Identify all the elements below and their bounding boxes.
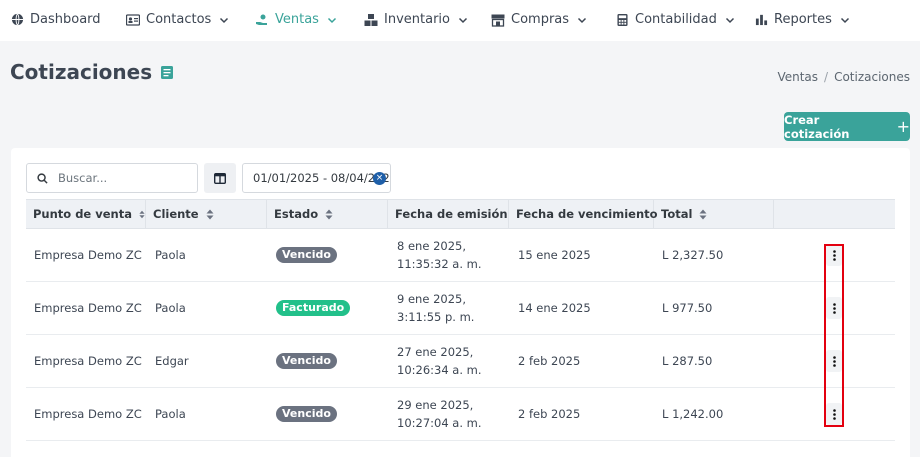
- chevron-down-icon: [458, 17, 468, 23]
- cell-total: L 977.50: [662, 301, 713, 315]
- cell-client: Paola: [155, 407, 186, 421]
- cell-issued: 27 ene 2025, 10:26:34 a. m.: [397, 345, 482, 377]
- breadcrumb-current: Cotizaciones: [834, 70, 910, 84]
- cell-total: L 1,242.00: [662, 407, 724, 421]
- top-navbar: Dashboard Contactos Ventas Inventario Co…: [0, 0, 920, 41]
- nav-label: Compras: [511, 12, 570, 27]
- cell-point-of-sale: Empresa Demo ZC: [34, 248, 142, 262]
- column-header[interactable]: Punto de venta: [26, 200, 146, 228]
- status-badge: Vencido: [276, 353, 337, 369]
- create-quote-label: Crear cotización: [784, 112, 850, 141]
- nav-inventario[interactable]: Inventario: [364, 12, 468, 27]
- cell-total: L 287.50: [662, 354, 713, 368]
- table-row: Empresa Demo ZC Paola Vencido 29 ene 202…: [26, 388, 895, 441]
- sort-icon: [699, 209, 707, 219]
- globe-icon: [10, 13, 24, 27]
- column-header[interactable]: Fecha de vencimiento: [509, 200, 658, 228]
- cell-client: Paola: [155, 301, 186, 315]
- table-header: Punto de venta Cliente Estado Fecha de e…: [26, 199, 895, 229]
- nav-label: Contabilidad: [635, 12, 717, 27]
- columns-icon: [214, 172, 226, 184]
- date-range-value: 01/01/2025 - 08/04/2025: [253, 171, 391, 185]
- table-row: Empresa Demo ZC Paola Vencido 8 ene 2025…: [26, 229, 895, 282]
- sort-icon: [139, 210, 145, 218]
- hand-coin-icon: [255, 13, 269, 27]
- cell-point-of-sale: Empresa Demo ZC: [34, 407, 142, 421]
- cell-due: 2 feb 2025: [518, 354, 581, 368]
- cell-client: Edgar: [155, 354, 189, 368]
- column-header[interactable]: Cliente: [146, 200, 267, 228]
- cell-status: Facturado: [268, 282, 351, 334]
- search-icon: [37, 172, 48, 184]
- kebab-menu-icon: [832, 249, 836, 261]
- table-row: Empresa Demo ZC Edgar Vencido 27 ene 202…: [26, 335, 895, 388]
- nav-reportes[interactable]: Reportes: [754, 12, 850, 27]
- create-quote-button[interactable]: Crear cotización +: [784, 112, 910, 141]
- nav-label: Inventario: [384, 12, 450, 27]
- breadcrumb-ventas[interactable]: Ventas: [777, 70, 818, 84]
- bar-chart-icon: [754, 13, 768, 27]
- sort-icon: [325, 209, 333, 219]
- chevron-down-icon: [220, 17, 229, 23]
- cell-status: Vencido: [268, 229, 337, 281]
- cell-issued: 29 ene 2025, 10:27:04 a. m.: [397, 398, 482, 430]
- calculator-icon: [615, 13, 629, 27]
- row-actions-button[interactable]: [826, 350, 842, 372]
- row-actions-button[interactable]: [826, 244, 842, 266]
- nav-label: Contactos: [146, 12, 212, 27]
- chevron-down-icon: [327, 17, 336, 23]
- cell-total: L 2,327.50: [662, 248, 724, 262]
- kebab-menu-icon: [832, 408, 836, 420]
- chevron-down-icon: [725, 17, 734, 23]
- search-box: [26, 163, 198, 193]
- kebab-menu-icon: [832, 302, 836, 314]
- breadcrumb-separator: /: [824, 70, 829, 84]
- quotes-card: 01/01/2025 - 08/04/2025 × Punto de venta…: [11, 148, 910, 457]
- column-header-actions: [774, 200, 895, 228]
- cell-client: Paola: [155, 248, 186, 262]
- chevron-down-icon: [840, 17, 849, 23]
- table-row: Empresa Demo ZC Paola Facturado 9 ene 20…: [26, 282, 895, 335]
- cell-status: Vencido: [268, 335, 337, 387]
- kebab-menu-icon: [832, 355, 836, 367]
- column-toggle-button[interactable]: [204, 163, 236, 193]
- clear-date-icon[interactable]: ×: [373, 172, 386, 185]
- column-header[interactable]: Fecha de emisión: [388, 200, 509, 228]
- plus-icon: +: [896, 116, 910, 136]
- nav-contactos[interactable]: Contactos: [126, 12, 229, 27]
- contact-card-icon: [126, 13, 140, 27]
- cell-issued: 9 ene 2025, 3:11:55 p. m.: [397, 292, 475, 324]
- cell-due: 2 feb 2025: [518, 407, 581, 421]
- nav-label: Dashboard: [30, 12, 101, 27]
- cell-point-of-sale: Empresa Demo ZC: [34, 301, 142, 315]
- sort-icon: [206, 209, 214, 219]
- breadcrumb: Ventas / Cotizaciones: [777, 70, 910, 84]
- store-icon: [491, 13, 505, 27]
- status-badge: Facturado: [276, 300, 351, 316]
- column-header[interactable]: Estado: [267, 200, 388, 228]
- cell-status: Vencido: [268, 388, 337, 440]
- date-range-input[interactable]: 01/01/2025 - 08/04/2025 ×: [242, 163, 391, 193]
- row-actions-button[interactable]: [826, 297, 842, 319]
- quotes-table: Punto de venta Cliente Estado Fecha de e…: [26, 199, 895, 441]
- status-badge: Vencido: [276, 247, 337, 263]
- nav-contabilidad[interactable]: Contabilidad: [615, 12, 735, 27]
- nav-ventas[interactable]: Ventas: [255, 12, 337, 27]
- nav-label: Reportes: [774, 12, 832, 27]
- status-badge: Vencido: [276, 406, 337, 422]
- cell-issued: 8 ene 2025, 11:35:32 a. m.: [397, 239, 482, 271]
- chevron-down-icon: [578, 17, 587, 23]
- book-icon: [161, 65, 174, 79]
- cell-due: 15 ene 2025: [518, 248, 591, 262]
- nav-label: Ventas: [275, 12, 319, 27]
- page-title: Cotizaciones: [10, 60, 174, 84]
- search-input[interactable]: [58, 171, 178, 185]
- cell-point-of-sale: Empresa Demo ZC: [34, 354, 142, 368]
- row-actions-button[interactable]: [826, 403, 842, 425]
- cell-due: 14 ene 2025: [518, 301, 591, 315]
- boxes-icon: [364, 13, 378, 27]
- nav-compras[interactable]: Compras: [491, 12, 587, 27]
- column-header[interactable]: Total: [654, 200, 774, 228]
- nav-dashboard[interactable]: Dashboard: [10, 12, 101, 27]
